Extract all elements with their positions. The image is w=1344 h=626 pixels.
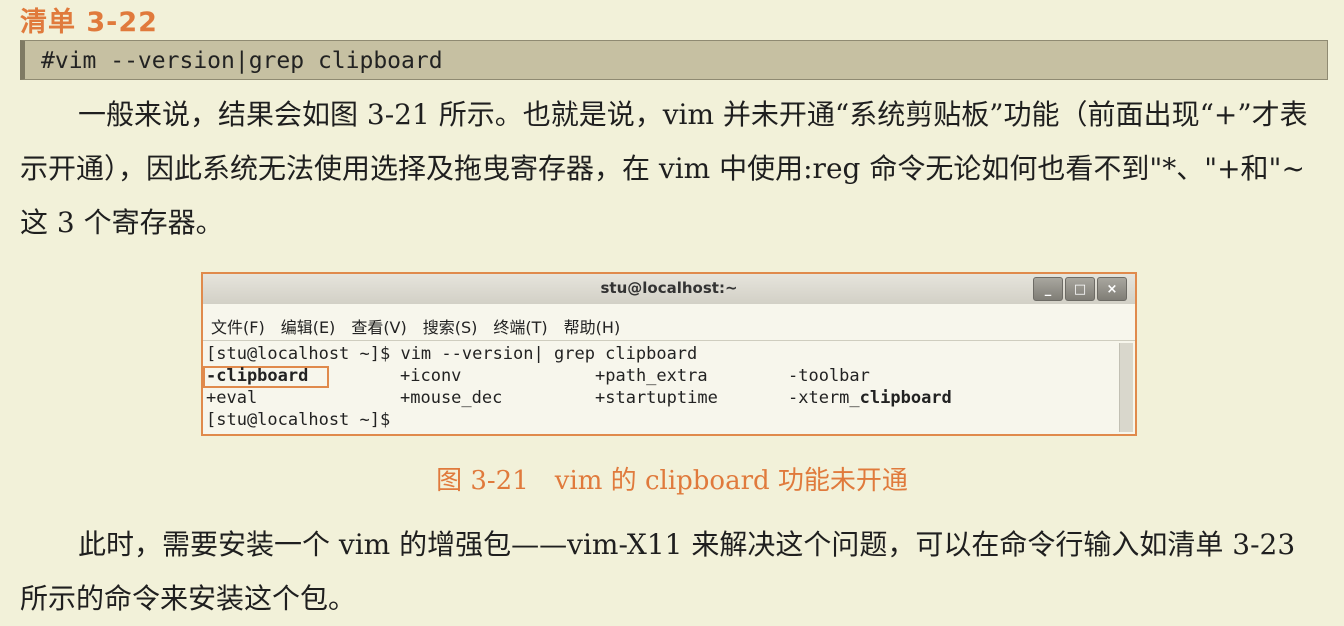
menu-edit[interactable]: 编辑(E)	[281, 314, 336, 338]
terminal-screenshot: stu@localhost:~ _ □ × 文件(F) 编辑(E) 查看(V) …	[201, 272, 1137, 436]
terminal-scrollbar[interactable]	[1119, 343, 1133, 432]
output-startuptime: +startuptime	[595, 388, 718, 408]
xterm-clipboard-bold: clipboard	[859, 388, 952, 408]
paragraph-1: 一般来说，结果会如图 3-21 所示。也就是说，vim 并未开通“系统剪贴板”功…	[20, 98, 1308, 239]
output-mouse-dec: +mouse_dec	[400, 388, 503, 408]
menu-help[interactable]: 帮助(H)	[564, 314, 621, 338]
menu-terminal[interactable]: 终端(T)	[493, 314, 547, 338]
menu-file[interactable]: 文件(F)	[211, 314, 265, 338]
output-clipboard: -clipboard	[206, 366, 309, 386]
code-block: #vim --version|grep clipboard	[20, 40, 1328, 80]
minimize-icon[interactable]: _	[1033, 277, 1063, 301]
menu-search[interactable]: 搜索(S)	[423, 314, 478, 338]
terminal-title: stu@localhost:~	[600, 279, 738, 297]
terminal-body: [stu@localhost ~]$ vim --version| grep c…	[203, 340, 1135, 434]
output-iconv: +iconv	[400, 366, 462, 386]
maximize-icon[interactable]: □	[1065, 277, 1095, 301]
close-icon[interactable]: ×	[1097, 277, 1127, 301]
listing-title: 清单 3-22	[20, 7, 158, 38]
figure-caption: 图 3-21 vim 的 clipboard 功能未开通	[436, 466, 908, 496]
terminal-titlebar: stu@localhost:~ _ □ ×	[203, 274, 1135, 304]
output-toolbar: -toolbar	[788, 366, 870, 386]
output-path-extra: +path_extra	[595, 366, 708, 386]
code-command: #vim --version|grep clipboard	[41, 48, 443, 74]
window-buttons: _ □ ×	[1033, 277, 1127, 301]
terminal-menubar: 文件(F) 编辑(E) 查看(V) 搜索(S) 终端(T) 帮助(H)	[211, 314, 620, 338]
paragraph-2: 此时，需要安装一个 vim 的增强包——vim-X11 来解决这个问题，可以在命…	[20, 528, 1296, 615]
prompt-line-2: [stu@localhost ~]$	[206, 410, 391, 430]
xterm-prefix: -xterm_	[788, 388, 860, 408]
prompt-line-1: [stu@localhost ~]$ vim --version| grep c…	[206, 344, 698, 364]
menu-view[interactable]: 查看(V)	[351, 314, 406, 338]
output-xterm-clipboard: -xterm_clipboard	[788, 388, 952, 408]
output-eval: +eval	[206, 388, 258, 408]
